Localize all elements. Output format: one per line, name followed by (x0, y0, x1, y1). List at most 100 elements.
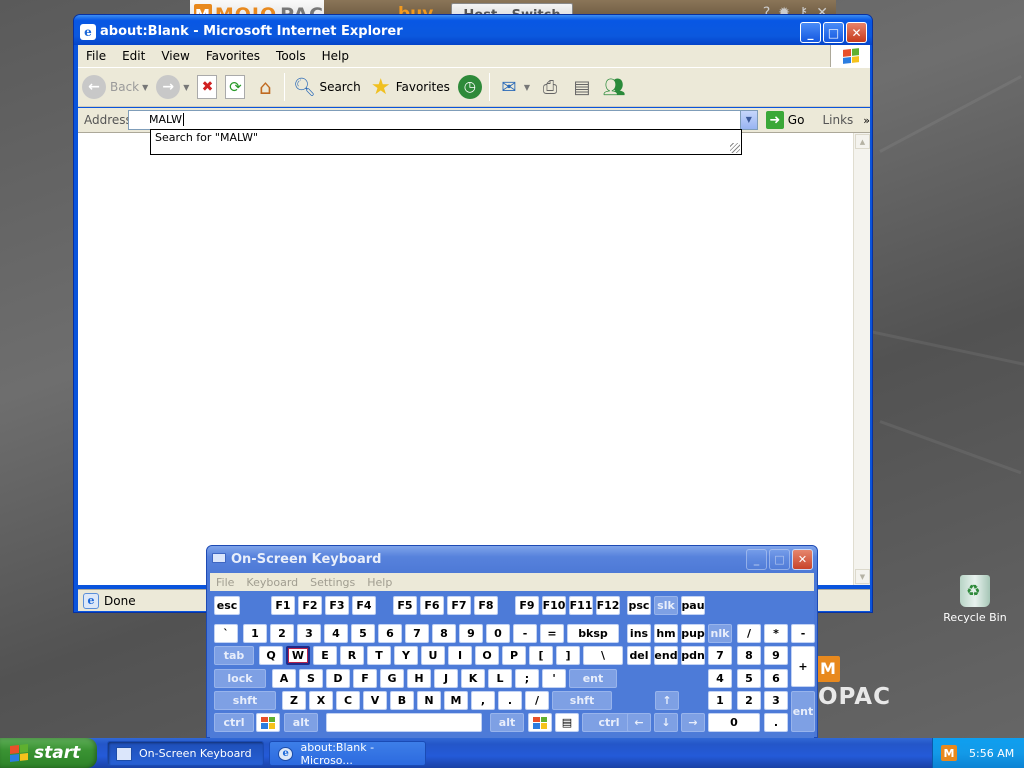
key-5[interactable]: 5 (351, 624, 375, 643)
key-slk[interactable]: slk (654, 596, 678, 615)
clock[interactable]: 5:56 AM (969, 747, 1014, 760)
menu-help[interactable]: Help (314, 49, 357, 63)
key-f12[interactable]: F12 (596, 596, 620, 615)
key-pup[interactable]: pup (681, 624, 705, 643)
key-symbol[interactable]: [ (529, 646, 553, 665)
osk-menu-help[interactable]: Help (361, 576, 398, 589)
key-symbol[interactable]: - (513, 624, 537, 643)
mojopac-tray-icon[interactable]: M (941, 745, 957, 761)
key-y[interactable]: Y (394, 646, 418, 665)
links-button[interactable]: Links (822, 113, 853, 127)
key-pau[interactable]: pau (681, 596, 705, 615)
key-k[interactable]: K (461, 669, 485, 688)
key-symbol[interactable]: ` (214, 624, 238, 643)
menu-view[interactable]: View (153, 49, 197, 63)
recycle-bin[interactable]: Recycle Bin (940, 575, 1010, 624)
key-x[interactable]: X (309, 691, 333, 710)
key-symbol[interactable]: = (540, 624, 564, 643)
key-lock[interactable]: lock (214, 669, 266, 688)
key-symbol[interactable]: , (471, 691, 495, 710)
stop-button[interactable]: ✖ (193, 70, 221, 104)
key-6[interactable]: 6 (378, 624, 402, 643)
edit-button[interactable]: ▤ (566, 70, 598, 104)
search-button[interactable]: 🔍︎ Search (288, 70, 364, 104)
key-a[interactable]: A (272, 669, 296, 688)
windows-key-icon[interactable] (256, 713, 280, 732)
key-h[interactable]: H (407, 669, 431, 688)
scroll-down-icon[interactable]: ▼ (855, 569, 870, 584)
key-shft[interactable]: shft (552, 691, 612, 710)
favorites-button[interactable]: ★ Favorites (365, 70, 454, 104)
key-f10[interactable]: F10 (542, 596, 566, 615)
key-q[interactable]: Q (259, 646, 283, 665)
mail-button[interactable]: ✉ ▼ (493, 70, 534, 104)
key-t[interactable]: T (367, 646, 391, 665)
key-3[interactable]: 3 (764, 691, 788, 710)
key-4[interactable]: 4 (324, 624, 348, 643)
key-8[interactable]: 8 (737, 646, 761, 665)
home-button[interactable]: ⌂ (249, 70, 281, 104)
minimize-button[interactable]: _ (800, 22, 821, 43)
key-9[interactable]: 9 (764, 646, 788, 665)
osk-menu-keyboard[interactable]: Keyboard (240, 576, 304, 589)
key-f9[interactable]: F9 (515, 596, 539, 615)
key-ctrl[interactable]: ctrl (214, 713, 254, 732)
start-button[interactable]: start (0, 738, 97, 768)
refresh-button[interactable]: ⟳ (221, 70, 249, 104)
key-symbol[interactable]: ↑ (655, 691, 679, 710)
key-6[interactable]: 6 (764, 669, 788, 688)
key-l[interactable]: L (488, 669, 512, 688)
key-e[interactable]: E (313, 646, 337, 665)
key-i[interactable]: I (448, 646, 472, 665)
messenger-button[interactable]: 👥︎ (598, 70, 630, 104)
autocomplete-item[interactable]: Search for "MALW" (155, 131, 258, 144)
key-g[interactable]: G (380, 669, 404, 688)
key-s[interactable]: S (299, 669, 323, 688)
key-f2[interactable]: F2 (298, 596, 322, 615)
key-f11[interactable]: F11 (569, 596, 593, 615)
key-symbol[interactable]: . (498, 691, 522, 710)
key-7[interactable]: 7 (405, 624, 429, 643)
taskbar-item-osk[interactable]: On-Screen Keyboard (107, 741, 264, 766)
key-bksp[interactable]: bksp (567, 624, 619, 643)
key-symbol[interactable]: \ (583, 646, 623, 665)
key-pdn[interactable]: pdn (681, 646, 705, 665)
page-content[interactable]: ▲ ▼ (78, 132, 870, 585)
key-f7[interactable]: F7 (447, 596, 471, 615)
back-button[interactable]: ← Back ▼ (78, 70, 152, 104)
vertical-scrollbar[interactable]: ▲ ▼ (853, 133, 870, 585)
osk-menu-settings[interactable]: Settings (304, 576, 361, 589)
key-symbol[interactable]: / (737, 624, 761, 643)
key-m[interactable]: M (444, 691, 468, 710)
key-alt[interactable]: alt (490, 713, 524, 732)
close-button[interactable]: ✕ (846, 22, 867, 43)
key-symbol[interactable]: → (681, 713, 705, 732)
key-v[interactable]: V (363, 691, 387, 710)
key-b[interactable]: B (390, 691, 414, 710)
key-f[interactable]: F (353, 669, 377, 688)
key-r[interactable]: R (340, 646, 364, 665)
key-7[interactable]: 7 (708, 646, 732, 665)
key-2[interactable]: 2 (737, 691, 761, 710)
forward-button[interactable]: → ▼ (152, 70, 193, 104)
key-alt[interactable]: alt (284, 713, 318, 732)
go-button[interactable]: ➜ Go (765, 111, 804, 129)
key-c[interactable]: C (336, 691, 360, 710)
key-space[interactable] (326, 713, 482, 732)
key-symbol[interactable]: ↓ (654, 713, 678, 732)
key-8[interactable]: 8 (432, 624, 456, 643)
minimize-button[interactable]: _ (746, 549, 767, 570)
key-p[interactable]: P (502, 646, 526, 665)
key-psc[interactable]: psc (627, 596, 651, 615)
key-symbol[interactable]: . (764, 713, 788, 732)
menu-file[interactable]: File (78, 49, 114, 63)
key-5[interactable]: 5 (737, 669, 761, 688)
key-esc[interactable]: esc (214, 596, 240, 615)
maximize-button[interactable]: □ (769, 549, 790, 570)
key-nlk[interactable]: nlk (708, 624, 732, 643)
key-symbol[interactable]: / (525, 691, 549, 710)
key-ins[interactable]: ins (627, 624, 651, 643)
key-f1[interactable]: F1 (271, 596, 295, 615)
menu-tools[interactable]: Tools (268, 49, 314, 63)
osk-title-bar[interactable]: On-Screen Keyboard _ □ ✕ (207, 546, 817, 573)
